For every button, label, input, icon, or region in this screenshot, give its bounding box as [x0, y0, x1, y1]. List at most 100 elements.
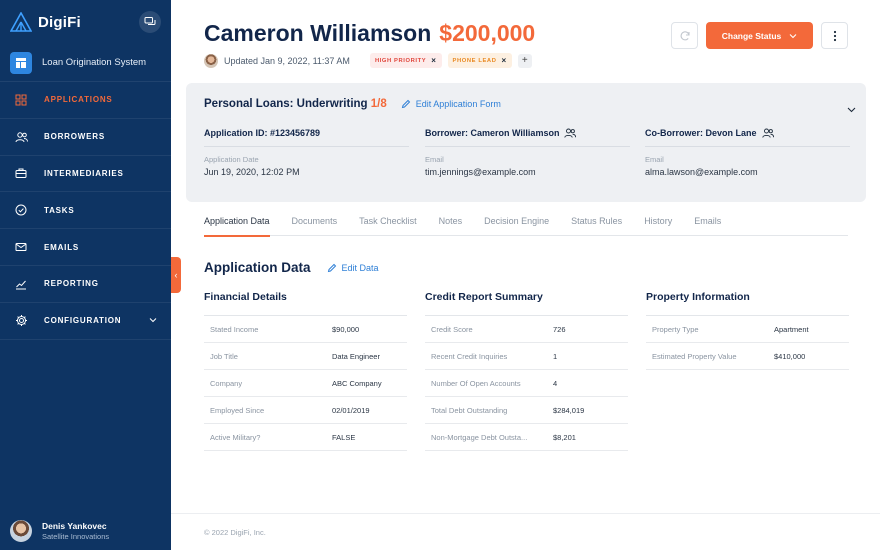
pencil-icon: [327, 263, 336, 272]
field-value: $8,201: [553, 432, 576, 442]
product-icon: [10, 51, 32, 74]
field-value: Data Engineer: [332, 351, 380, 361]
sidebar-item-reporting[interactable]: REPORTING: [0, 266, 171, 303]
user-name: Denis Yankovec: [42, 521, 107, 531]
field-label: Total Debt Outstanding: [431, 405, 508, 415]
tab-emails[interactable]: Emails: [694, 216, 721, 236]
field-label: Job Title: [210, 351, 238, 361]
tab-task-checklist[interactable]: Task Checklist: [359, 216, 417, 236]
sidebar-item-configuration[interactable]: CONFIGURATION: [0, 303, 171, 340]
tab-notes[interactable]: Notes: [439, 216, 463, 236]
property-information-group: Property Information Property Type Apartm…: [646, 291, 849, 370]
field-value: $410,000: [774, 351, 806, 361]
co-borrower-name: Co-Borrower: Devon Lane: [645, 128, 757, 138]
table-row: Active Military? FALSE: [204, 424, 407, 451]
updated-text: Updated Jan 9, 2022, 11:37 AM: [224, 55, 350, 66]
section-title: Application Data: [204, 260, 311, 275]
borrower-name: Borrower: Cameron Williamson: [425, 128, 560, 138]
close-icon[interactable]: ×: [502, 56, 507, 65]
sidebar-item-label: CONFIGURATION: [44, 316, 122, 326]
group-title: Financial Details: [204, 291, 407, 316]
tag-label: HIGH PRIORITY: [374, 57, 427, 64]
user-profile[interactable]: Denis Yankovec Satellite Innovations: [0, 512, 171, 550]
sidebar: DigiFi Loan Origination System APPLICATI…: [0, 0, 171, 550]
more-options-button[interactable]: [821, 22, 848, 49]
collapse-panel-button[interactable]: [847, 100, 856, 118]
users-icon: [14, 130, 28, 144]
sidebar-item-borrowers[interactable]: BORROWERS: [0, 119, 171, 156]
co-borrower-heading[interactable]: Co-Borrower: Devon Lane: [645, 128, 850, 147]
updated-by-avatar: [204, 53, 218, 68]
logo[interactable]: DigiFi: [10, 12, 81, 32]
page-title: Cameron Williamson: [204, 20, 432, 46]
field-label: Company: [210, 378, 243, 388]
close-icon[interactable]: ×: [431, 56, 436, 65]
sidebar-header: DigiFi: [0, 0, 171, 44]
table-row: Number Of Open Accounts 4: [425, 370, 628, 397]
grid-icon: [14, 93, 28, 107]
sidebar-item-tasks[interactable]: TASKS: [0, 192, 171, 230]
borrower-heading[interactable]: Borrower: Cameron Williamson: [425, 128, 630, 147]
table-row: Credit Score 726: [425, 316, 628, 343]
table-row: Company ABC Company: [204, 370, 407, 397]
borrower-column: Borrower: Cameron Williamson Email tim.j…: [425, 128, 630, 177]
mail-icon: [14, 240, 28, 254]
tag-phone-lead[interactable]: PHONE LEAD ×: [447, 53, 512, 68]
digifi-logo-icon: [10, 12, 32, 32]
field-value: Apartment: [774, 324, 809, 334]
field-label: Stated Income: [210, 324, 259, 334]
sidebar-item-label: REPORTING: [44, 279, 99, 289]
field-label: Employed Since: [210, 405, 265, 415]
sidebar-item-label: INTERMEDIARIES: [44, 168, 124, 178]
add-tag-button[interactable]: +: [517, 53, 532, 68]
field-value: 1: [553, 351, 558, 361]
sidebar-item-emails[interactable]: EMAILS: [0, 229, 171, 266]
plus-icon: +: [521, 55, 528, 66]
sidebar-item-applications[interactable]: APPLICATIONS: [0, 82, 171, 119]
page-header: Cameron Williamson $200,000 Updated Jan …: [204, 20, 535, 68]
co-borrower-email-value: alma.lawson@example.com: [645, 167, 758, 177]
product-switcher[interactable]: Loan Origination System: [0, 44, 171, 82]
avatar: [10, 520, 32, 542]
gear-icon: [14, 314, 28, 328]
user-org: Satellite Innovations: [42, 532, 110, 541]
pencil-icon: [401, 99, 410, 109]
tag-label: PHONE LEAD: [452, 57, 497, 64]
tab-decision-engine[interactable]: Decision Engine: [484, 216, 549, 236]
edit-data-link[interactable]: Edit Data: [327, 263, 379, 273]
sidebar-item-intermediaries[interactable]: INTERMEDIARIES: [0, 156, 171, 193]
edit-application-form-label: Edit Application Form: [415, 99, 501, 109]
edit-data-label: Edit Data: [341, 262, 379, 273]
chevron-down-icon: [847, 107, 856, 113]
chat-button[interactable]: [139, 11, 161, 33]
sidebar-item-label: EMAILS: [44, 242, 80, 252]
more-vertical-icon: [833, 30, 836, 41]
app: DigiFi Loan Origination System APPLICATI…: [0, 0, 880, 550]
section-header: Application Data Edit Data: [204, 260, 379, 275]
financial-details-group: Financial Details Stated Income $90,000 J…: [204, 291, 407, 451]
application-date-label: Application Date: [204, 155, 259, 164]
product-label: Loan Origination System: [42, 57, 147, 68]
field-label: Active Military?: [210, 432, 261, 442]
chevron-down-icon[interactable]: [149, 316, 157, 325]
refresh-button[interactable]: [671, 22, 698, 49]
co-borrower-email-label: Email: [645, 155, 664, 164]
field-label: Estimated Property Value: [652, 351, 737, 361]
application-summary-panel: Personal Loans: Underwriting 1/8 Edit Ap…: [186, 83, 866, 202]
tab-status-rules[interactable]: Status Rules: [571, 216, 622, 236]
group-title: Property Information: [646, 291, 849, 316]
tab-application-data[interactable]: Application Data: [204, 216, 270, 237]
tag-high-priority[interactable]: HIGH PRIORITY ×: [369, 53, 442, 68]
tab-documents[interactable]: Documents: [292, 216, 338, 236]
footer: © 2022 DigiFi, Inc.: [171, 513, 880, 550]
field-value: $284,019: [553, 405, 585, 415]
edit-application-form-link[interactable]: Edit Application Form: [401, 99, 501, 109]
change-status-button[interactable]: Change Status: [706, 22, 813, 49]
brand-name: DigiFi: [38, 13, 81, 31]
users-icon: [761, 128, 774, 138]
application-date-value: Jun 19, 2020, 12:02 PM: [204, 167, 300, 177]
tab-history[interactable]: History: [644, 216, 672, 236]
field-label: Non-Mortgage Debt Outsta...: [431, 432, 528, 442]
table-row: Stated Income $90,000: [204, 316, 407, 343]
refresh-icon: [680, 30, 690, 40]
